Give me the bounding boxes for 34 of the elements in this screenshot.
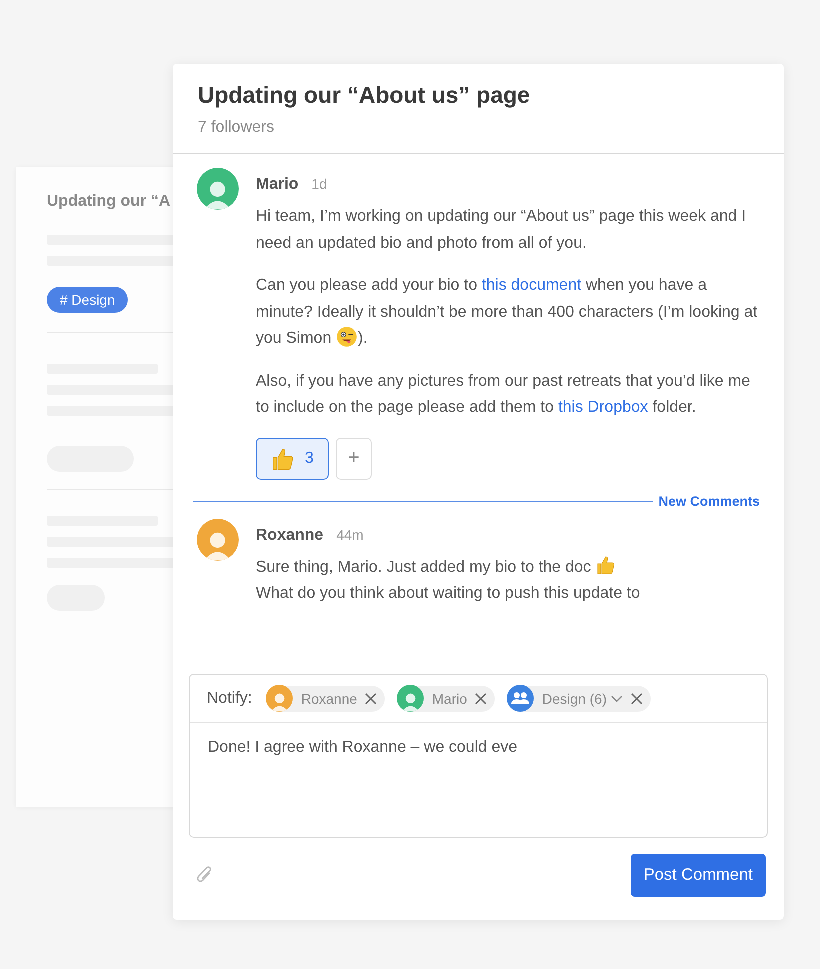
thread-title: Updating our “About us” page — [198, 82, 532, 109]
remove-icon[interactable] — [475, 692, 488, 704]
timestamp: 1d — [312, 176, 328, 192]
timestamp: 44m — [336, 526, 364, 542]
add-reaction-button[interactable]: + — [336, 438, 372, 480]
comment-text: What do you think about waiting to push this update to — [256, 584, 642, 604]
text-link[interactable]: this document — [482, 277, 582, 294]
recipient-name: Design (6) — [542, 690, 607, 706]
follower-count: 7 followers — [198, 119, 276, 137]
author-name: Mario — [256, 176, 299, 194]
winking-face-icon — [336, 326, 358, 348]
reaction-button[interactable]: 3 — [256, 438, 329, 480]
new-comments-label: New Comments — [658, 494, 760, 508]
comment-field[interactable]: Notify: Roxanne Mario Design (6) Done! I agree with Roxanne – we could eve — [189, 674, 768, 838]
post-comment-button[interactable]: Post Comment — [630, 854, 766, 897]
card-title: Updating our “A — [47, 193, 172, 211]
remove-icon[interactable] — [365, 692, 378, 704]
comment-text: Hi team, I’m working on updating our “About us” page this week and I need an updated bio and photo from all of you. — [256, 207, 748, 254]
notify-label: Notify: — [207, 690, 252, 708]
recipient-chip[interactable]: Mario — [397, 686, 496, 712]
remove-icon[interactable] — [631, 692, 643, 704]
comment-text: Also, if you have any pictures from our past retreats that you’d like me to include on the page please add them to this Dropbox folder. — [256, 372, 752, 418]
caret-icon[interactable] — [611, 694, 623, 702]
comment-text: Sure thing, Mario. Just added my bio to the doc — [256, 554, 760, 581]
thumbs-up-icon — [271, 446, 296, 470]
channel-tag: # Design — [47, 287, 128, 313]
text-link[interactable]: this Dropbox — [558, 399, 648, 416]
recipient-chip[interactable]: Design (6) — [507, 686, 651, 712]
recipient-name: Mario — [432, 690, 468, 706]
thumbs-up-icon — [596, 554, 616, 574]
author-name: Roxanne — [256, 526, 324, 544]
comment-text: Can you please add your bio to this document when you have a minute? Ideally it shouldn’t be more than 400 characters (I’m looking at you Simon ). — [256, 276, 759, 350]
recipient-chip[interactable]: Roxanne — [266, 686, 386, 712]
recipient-name: Roxanne — [301, 690, 358, 706]
